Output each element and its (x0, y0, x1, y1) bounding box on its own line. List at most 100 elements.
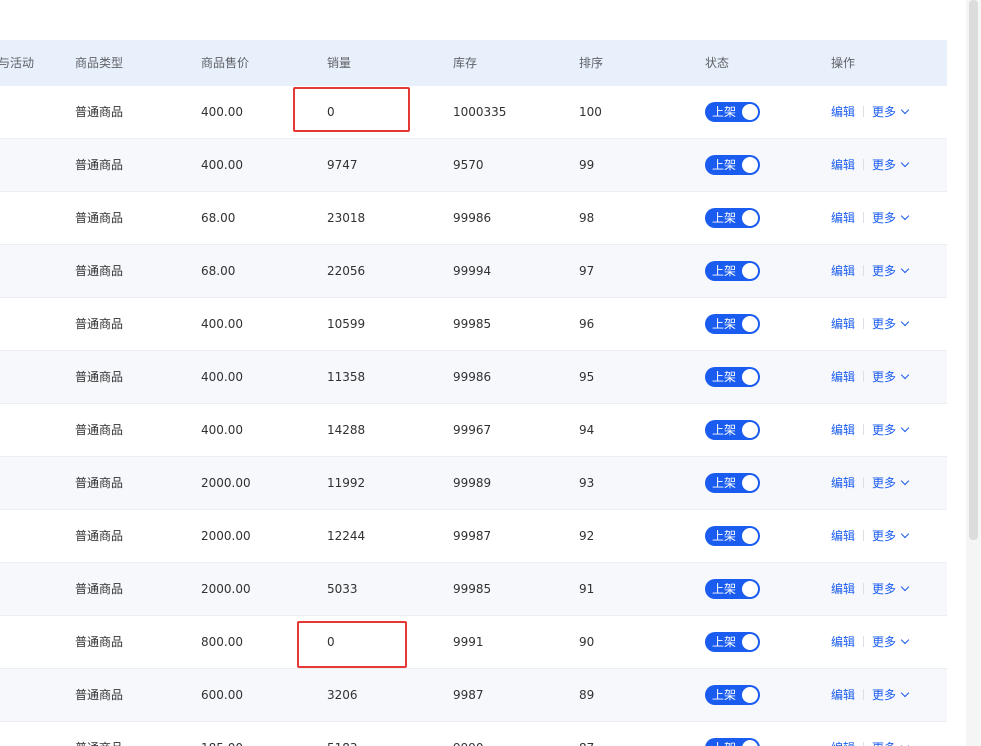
chevron-down-icon (900, 211, 910, 221)
status-toggle[interactable]: 上架 (705, 261, 760, 281)
edit-link[interactable]: 编辑 (831, 158, 855, 172)
action-divider (863, 636, 865, 647)
table-row: 普通商品 400.00 14288 99967 94 上架 编辑 更多 (0, 404, 947, 457)
status-toggle-knob (742, 475, 758, 491)
edit-link[interactable]: 编辑 (831, 317, 855, 331)
status-toggle-label: 上架 (712, 529, 737, 543)
cell-price: 600.00 (201, 688, 243, 702)
status-toggle[interactable]: 上架 (705, 526, 760, 546)
cell-product-type: 普通商品 (75, 635, 124, 649)
status-toggle[interactable]: 上架 (705, 314, 760, 334)
cell-sort: 99 (579, 158, 595, 172)
status-toggle-label: 上架 (712, 423, 737, 437)
edit-link[interactable]: 编辑 (831, 688, 855, 702)
action-divider (863, 106, 865, 117)
edit-link[interactable]: 编辑 (831, 264, 855, 278)
status-toggle[interactable]: 上架 (705, 155, 760, 175)
status-toggle-knob (742, 528, 758, 544)
edit-link[interactable]: 编辑 (831, 529, 855, 543)
more-label: 更多 (872, 635, 897, 649)
more-dropdown[interactable]: 更多 (872, 582, 910, 596)
status-toggle[interactable]: 上架 (705, 579, 760, 599)
table-row: 普通商品 185.00 5183 9990 87 上架 编辑 更多 (0, 722, 947, 746)
cell-sort: 95 (579, 370, 595, 384)
cell-price: 2000.00 (201, 582, 251, 596)
more-dropdown[interactable]: 更多 (872, 529, 910, 543)
header-status: 状态 (705, 56, 730, 70)
status-toggle[interactable]: 上架 (705, 367, 760, 387)
status-toggle-label: 上架 (712, 211, 737, 225)
more-label: 更多 (872, 211, 897, 225)
more-label: 更多 (872, 370, 897, 384)
more-dropdown[interactable]: 更多 (872, 688, 910, 702)
row-actions: 编辑 更多 (831, 563, 910, 615)
cell-product-type: 普通商品 (75, 582, 124, 596)
more-dropdown[interactable]: 更多 (872, 211, 910, 225)
cell-sort: 100 (579, 105, 602, 119)
status-toggle[interactable]: 上架 (705, 420, 760, 440)
edit-link[interactable]: 编辑 (831, 635, 855, 649)
header-product-type: 商品类型 (75, 56, 124, 70)
scrollbar-thumb[interactable] (969, 0, 978, 540)
table-row: 普通商品 400.00 9747 9570 99 上架 编辑 更多 (0, 139, 947, 192)
cell-price: 400.00 (201, 317, 243, 331)
chevron-down-icon (900, 105, 910, 115)
cell-price: 2000.00 (201, 529, 251, 543)
header-sort: 排序 (579, 56, 604, 70)
status-toggle[interactable]: 上架 (705, 685, 760, 705)
cell-sort: 97 (579, 264, 595, 278)
cell-stock: 99985 (453, 317, 492, 331)
more-dropdown[interactable]: 更多 (872, 264, 910, 278)
action-divider (863, 689, 865, 700)
edit-link[interactable]: 编辑 (831, 370, 855, 384)
row-actions: 编辑 更多 (831, 616, 910, 668)
more-dropdown[interactable]: 更多 (872, 370, 910, 384)
cell-sort: 93 (579, 476, 595, 490)
more-dropdown[interactable]: 更多 (872, 423, 910, 437)
edit-link[interactable]: 编辑 (831, 582, 855, 596)
cell-price: 400.00 (201, 158, 243, 172)
edit-link[interactable]: 编辑 (831, 211, 855, 225)
more-dropdown[interactable]: 更多 (872, 158, 910, 172)
edit-link[interactable]: 编辑 (831, 423, 855, 437)
status-toggle[interactable]: 上架 (705, 738, 760, 746)
edit-link[interactable]: 编辑 (831, 741, 855, 746)
more-dropdown[interactable]: 更多 (872, 105, 910, 119)
more-dropdown[interactable]: 更多 (872, 317, 910, 331)
table-row: 普通商品 2000.00 11992 99989 93 上架 编辑 更多 (0, 457, 947, 510)
status-toggle-knob (742, 316, 758, 332)
cell-stock: 99994 (453, 264, 492, 278)
header-activity: 与活动 (0, 56, 35, 70)
status-toggle[interactable]: 上架 (705, 102, 760, 122)
more-dropdown[interactable]: 更多 (872, 741, 910, 746)
status-toggle-label: 上架 (712, 105, 737, 119)
status-toggle-knob (742, 634, 758, 650)
edit-link[interactable]: 编辑 (831, 105, 855, 119)
cell-price: 68.00 (201, 211, 236, 225)
cell-price: 68.00 (201, 264, 236, 278)
row-actions: 编辑 更多 (831, 457, 910, 509)
cell-product-type: 普通商品 (75, 317, 124, 331)
action-divider (863, 583, 865, 594)
cell-product-type: 普通商品 (75, 211, 124, 225)
table-row: 普通商品 2000.00 12244 99987 92 上架 编辑 更多 (0, 510, 947, 563)
chevron-down-icon (900, 423, 910, 433)
table-row: 普通商品 68.00 22056 99994 97 上架 编辑 更多 (0, 245, 947, 298)
cell-stock: 99986 (453, 211, 492, 225)
more-label: 更多 (872, 264, 897, 278)
more-label: 更多 (872, 423, 897, 437)
status-toggle[interactable]: 上架 (705, 473, 760, 493)
status-toggle-label: 上架 (712, 582, 737, 596)
edit-link[interactable]: 编辑 (831, 476, 855, 490)
more-dropdown[interactable]: 更多 (872, 635, 910, 649)
cell-sales: 11358 (327, 370, 366, 384)
more-dropdown[interactable]: 更多 (872, 476, 910, 490)
action-divider (863, 159, 865, 170)
chevron-down-icon (900, 317, 910, 327)
chevron-down-icon (900, 370, 910, 380)
status-toggle[interactable]: 上架 (705, 632, 760, 652)
vertical-scrollbar[interactable] (966, 0, 981, 746)
cell-stock: 9991 (453, 635, 484, 649)
cell-sales: 11992 (327, 476, 366, 490)
status-toggle[interactable]: 上架 (705, 208, 760, 228)
